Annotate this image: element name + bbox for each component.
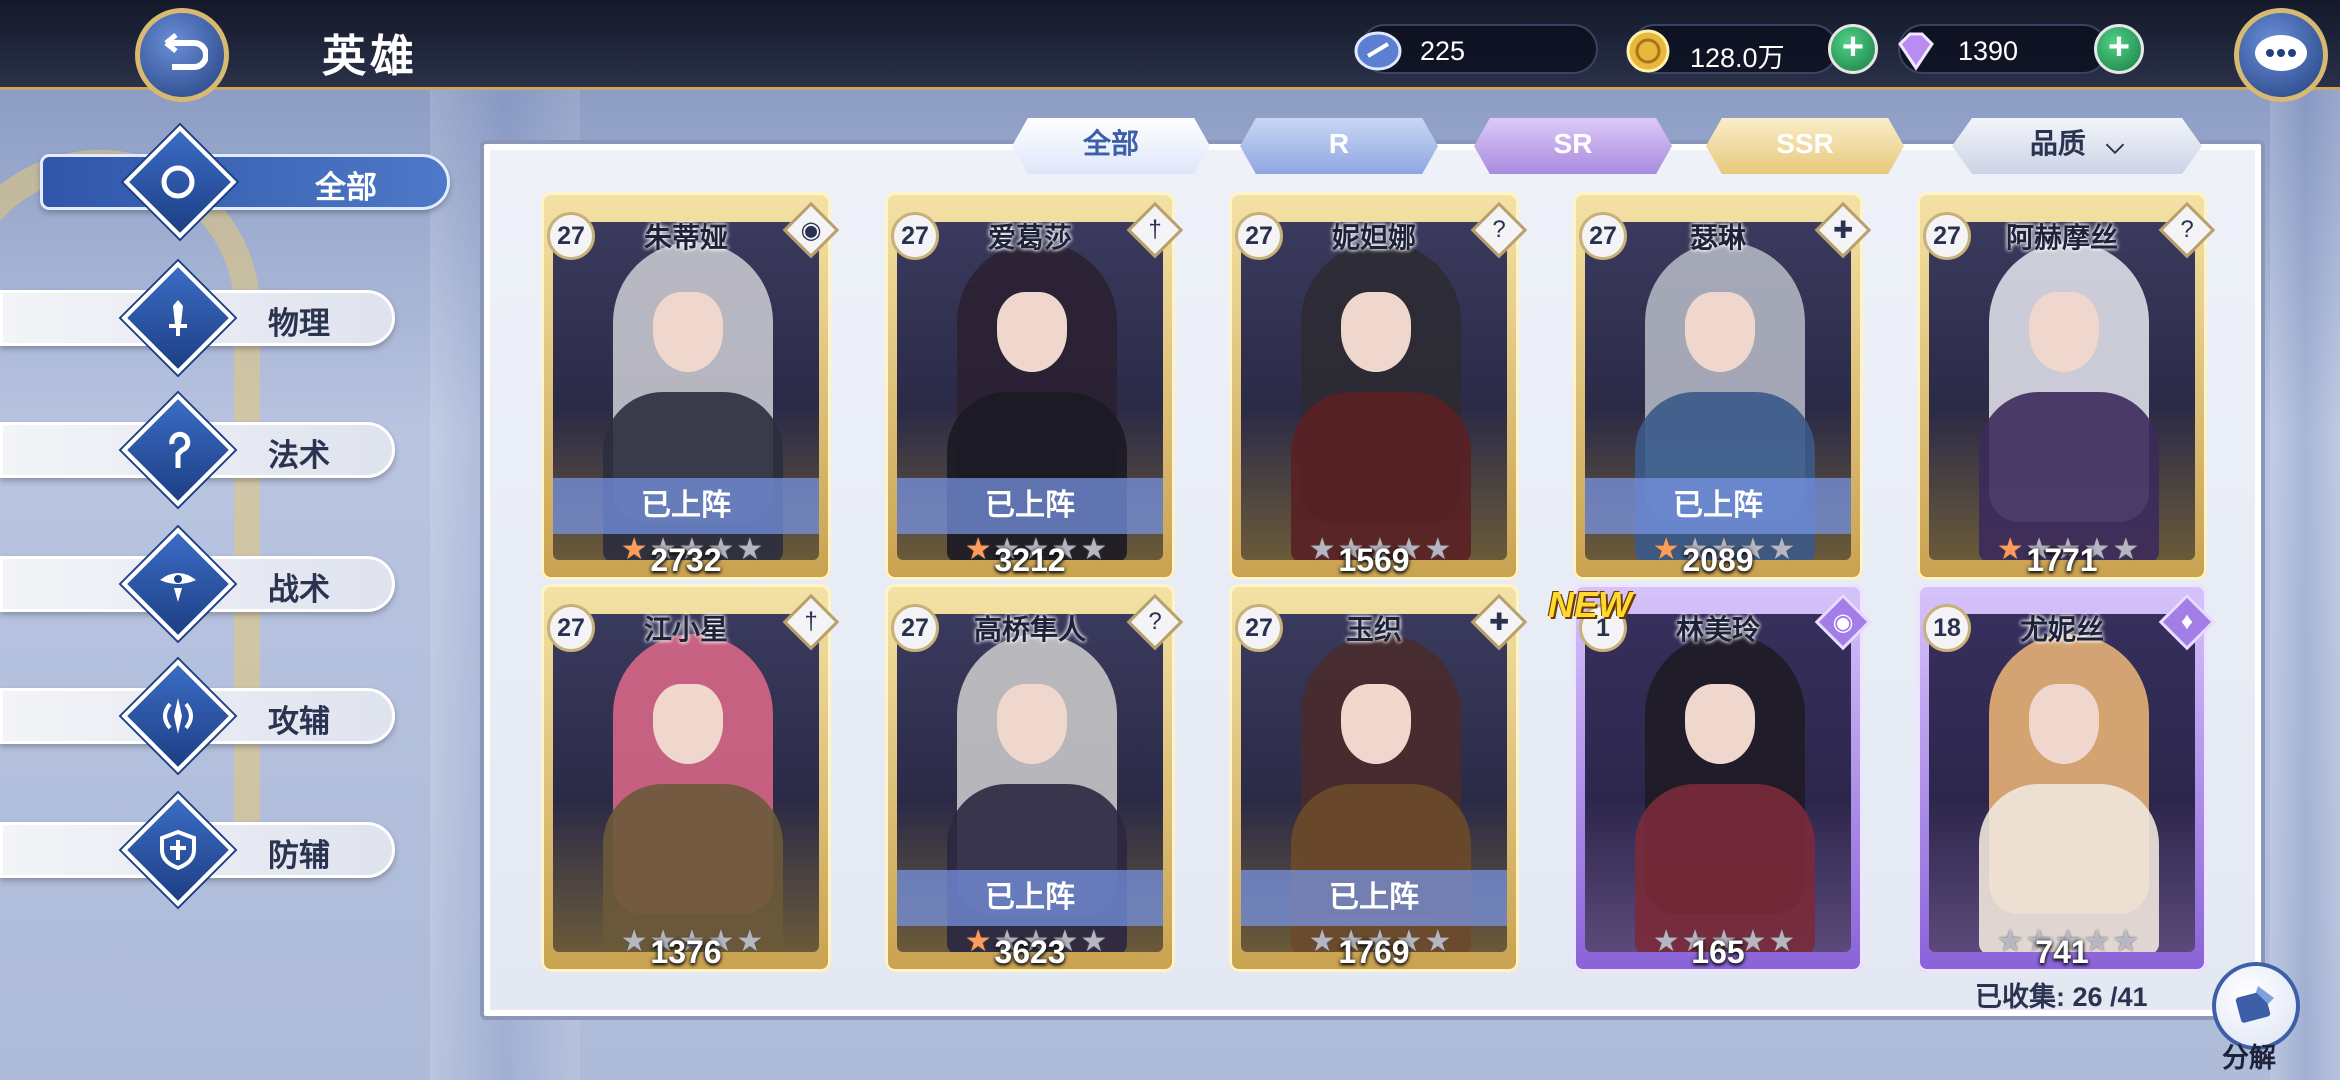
stamina-counter: 225 (1354, 24, 1598, 74)
hero-card[interactable]: 27 阿赫摩丝? ★★★★★ 1771 (1917, 192, 2216, 580)
add-gold-button[interactable]: + (1828, 24, 1878, 74)
sidebar-item-bar (40, 154, 450, 210)
eye-icon (150, 556, 206, 612)
staff-icon (150, 422, 206, 478)
hero-power: 3212 (994, 542, 1066, 578)
decompose-label: 分解 (2222, 1043, 2276, 1073)
hero-card[interactable]: 27 朱蒂娅 ◉ 已上阵 ★★★★★ 2732 (541, 192, 840, 580)
new-badge: NEW (1548, 584, 1632, 625)
hero-face (1341, 292, 1411, 372)
sidebar-item-label: 全部 (315, 170, 377, 205)
hero-card[interactable]: 27 玉织 ✚ 已上阵 ★★★★★ 1769 (1229, 584, 1528, 972)
hero-face (997, 684, 1067, 764)
hero-face (997, 292, 1067, 372)
hero-power: 1376 (650, 934, 722, 970)
sidebar-item-all[interactable]: 全部 (0, 125, 450, 239)
hero-face (653, 292, 723, 372)
chevron-down-icon: ⌵ (2105, 132, 2125, 159)
sidebar-item-magic[interactable]: 法术 (0, 393, 400, 507)
staff-icon: ? (1126, 593, 1184, 651)
hero-portrait (1241, 222, 1507, 560)
hero-face (2029, 292, 2099, 372)
quality-dropdown-label: 品质 (2029, 128, 2086, 159)
sidebar-item-label: 战术 (268, 572, 330, 607)
deployed-label: 已上阵 (897, 478, 1163, 534)
eye-icon: ◉ (1814, 593, 1872, 651)
chat-bubble-icon (2255, 35, 2307, 71)
hero-portrait (1929, 222, 2195, 560)
hero-face (1685, 684, 1755, 764)
decompose-icon (2235, 986, 2274, 1023)
hero-face (653, 684, 723, 764)
back-arrow-icon (164, 33, 208, 70)
hero-portrait (1929, 614, 2195, 952)
hero-power: 1569 (1338, 542, 1410, 578)
hero-power: 1771 (2026, 542, 2098, 578)
shield-icon: ✚ (1814, 201, 1872, 259)
sidebar-item-physical[interactable]: 物理 (0, 261, 400, 375)
sword-icon: † (782, 593, 840, 651)
wing-blade-icon (150, 688, 206, 744)
sword-icon: † (1126, 201, 1184, 259)
shield-icon: ✚ (1470, 593, 1528, 651)
hero-card[interactable]: 27 瑟琳 ✚ 已上阵 ★★★★★ 2089 (1573, 192, 1872, 580)
hero-power: 1769 (1338, 934, 1410, 970)
shield-icon (150, 822, 206, 878)
stamina-value: 225 (1420, 36, 1466, 66)
diamond-icon (1898, 32, 1934, 71)
hero-portrait (553, 614, 819, 952)
hero-card[interactable]: 18 尤妮丝 ♦ ★★★★★ 741 (1917, 584, 2216, 972)
deployed-label: 已上阵 (553, 478, 819, 534)
hero-face (1341, 684, 1411, 764)
hero-power: 165 (1691, 934, 1745, 970)
hero-card[interactable]: 27 妮妲娜? ★★★★★ 1569 (1229, 192, 1528, 580)
hero-face (1685, 292, 1755, 372)
sidebar-item-label: 物理 (268, 306, 330, 341)
hero-portrait (1585, 614, 1851, 952)
gem-value: 1390 (1958, 36, 2019, 66)
add-gem-button[interactable]: + (2094, 24, 2144, 74)
quality-dropdown[interactable]: 品质 ⌵ (1952, 118, 2202, 174)
hero-power: 2732 (650, 542, 722, 578)
collection-count: 已收集: 26 /41 (1975, 982, 2148, 1012)
deployed-label: 已上阵 (897, 870, 1163, 926)
gold-value: 128.0万 (1690, 43, 1785, 73)
tab-sr[interactable]: SR (1474, 118, 1672, 174)
tab-r[interactable]: R (1240, 118, 1438, 174)
top-bar: 英雄 225 128.0万 + 1390 + (0, 0, 2340, 102)
hero-card[interactable]: 27 爱葛莎 † 已上阵 ★★★★★ 3212 (885, 192, 1184, 580)
staff-icon: ? (2158, 201, 2216, 259)
sidebar-item-attack-support[interactable]: 攻辅 (0, 659, 400, 773)
gold-counter: 128.0万 (1626, 24, 1838, 74)
sidebar-item-label: 法术 (268, 438, 330, 473)
hero-power: 2089 (1682, 542, 1754, 578)
sidebar-item-label: 攻辅 (268, 704, 330, 739)
hero-card[interactable]: 27 高桥隼人? 已上阵 ★★★★★ 3623 (885, 584, 1184, 972)
tab-all[interactable]: 全部 (1012, 118, 1210, 174)
background-pillar (2270, 80, 2340, 1080)
ring-icon (150, 154, 206, 210)
back-button[interactable] (135, 8, 229, 102)
sidebar-item-defense-support[interactable]: 防辅 (0, 793, 400, 907)
staff-icon: ? (1470, 201, 1528, 259)
sidebar-item-tactics[interactable]: 战术 (0, 527, 400, 641)
page-title: 英雄 (322, 32, 418, 81)
hero-face (2029, 684, 2099, 764)
sword-icon (150, 290, 206, 346)
hero-power: 3623 (994, 934, 1066, 970)
stamina-icon (1354, 31, 1402, 71)
eye-icon: ◉ (782, 201, 840, 259)
hero-card[interactable]: 1 林美玲 ◉ ★★★★★ 165 (1573, 584, 1872, 972)
chat-button[interactable] (2234, 8, 2328, 102)
wing-blade-icon: ♦ (2158, 593, 2216, 651)
sidebar-item-label: 防辅 (268, 838, 330, 873)
deployed-label: 已上阵 (1241, 870, 1507, 926)
gold-coin-icon (1626, 29, 1670, 73)
deployed-label: 已上阵 (1585, 478, 1851, 534)
gem-counter: 1390 (1898, 24, 2108, 74)
hero-card[interactable]: 27 江小星 † ★★★★★ 1376 (541, 584, 840, 972)
tab-ssr[interactable]: SSR (1706, 118, 1904, 174)
hero-power: 741 (2035, 934, 2089, 970)
